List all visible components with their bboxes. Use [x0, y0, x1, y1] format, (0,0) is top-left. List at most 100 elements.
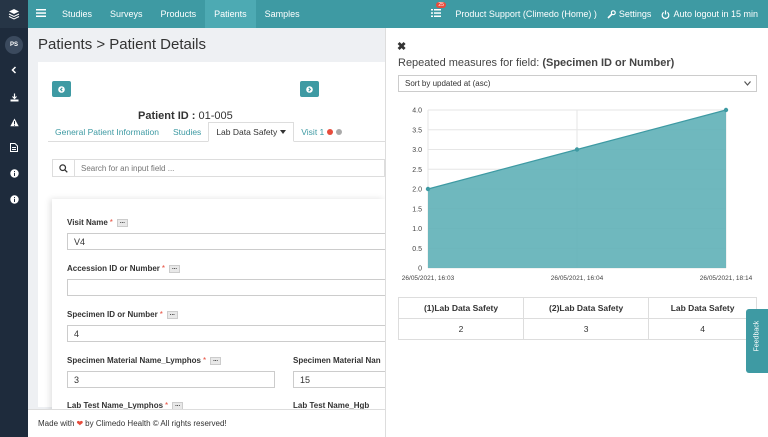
search-input[interactable]	[75, 160, 375, 176]
logout-label: Auto logout in 15 min	[673, 9, 758, 19]
accession-field[interactable]	[67, 279, 385, 296]
feedback-button[interactable]: Feedback	[746, 309, 768, 373]
close-icon[interactable]: ✖	[397, 40, 406, 53]
specimen-id-field[interactable]: 4	[67, 325, 385, 342]
y-tick-label: 3.5	[412, 127, 422, 134]
visit-form: Visit Name *... V4 Accession ID or Number…	[52, 199, 385, 437]
field-options-button[interactable]: ...	[116, 218, 128, 227]
nav-tab-studies[interactable]: Studies	[53, 0, 101, 28]
settings-link[interactable]: Settings	[607, 9, 652, 19]
accession-label-text: Accession ID or Number	[67, 264, 160, 273]
y-tick-label: 2.5	[412, 167, 422, 174]
required-asterisk: *	[161, 264, 166, 273]
main-nav: Studies Surveys Products Patients Sample…	[53, 0, 309, 28]
collapse-chevron-icon[interactable]	[0, 62, 28, 78]
x-tick-label: 26/05/2021, 18:14	[700, 275, 753, 282]
material-2-label-text: Specimen Material Nan	[293, 356, 381, 365]
table-header: (2)Lab Data Safety	[523, 297, 650, 319]
x-tick-label: 26/05/2021, 16:03	[402, 275, 455, 282]
patient-tabs: General Patient Information Studies Lab …	[48, 122, 385, 142]
info-icon[interactable]	[0, 165, 28, 181]
panel-title-field: (Specimen ID or Number)	[542, 57, 675, 69]
material-2-label: Specimen Material Nan	[293, 356, 381, 365]
nav-tab-patients[interactable]: Patients	[205, 0, 256, 28]
next-patient-button[interactable]	[300, 81, 319, 97]
repeated-measures-panel: ✖ Repeated measures for field: (Specimen…	[385, 28, 768, 437]
nav-tab-samples[interactable]: Samples	[256, 0, 309, 28]
nav-tab-products[interactable]: Products	[152, 0, 206, 28]
specimen-id-label-text: Specimen ID or Number	[67, 310, 158, 319]
settings-label: Settings	[618, 9, 652, 19]
y-tick-label: 0.5	[412, 246, 422, 253]
x-tick-label: 26/05/2021, 16:04	[551, 275, 604, 282]
status-dot-grey-icon	[336, 129, 343, 135]
material-lymphos-label-text: Specimen Material Name_Lymphos	[67, 356, 201, 365]
footer: Made with ❤ by Climedo Health © All righ…	[28, 409, 385, 437]
menu-icon[interactable]	[36, 8, 46, 20]
breadcrumb: Patients > Patient Details	[38, 36, 207, 53]
patient-id: Patient ID : 01-005	[138, 110, 233, 122]
y-tick-label: 2.0	[412, 187, 422, 194]
table-header: Lab Data Safety	[648, 297, 757, 319]
required-asterisk: *	[109, 218, 113, 227]
patient-id-label: Patient ID :	[138, 110, 196, 122]
table-cell: 3	[523, 318, 650, 340]
field-options-button[interactable]: ...	[210, 356, 222, 365]
panel-title: Repeated measures for field: (Specimen I…	[398, 57, 674, 69]
list-notification-icon	[431, 9, 442, 17]
field-options-button[interactable]: ...	[166, 310, 178, 319]
field-options-button[interactable]: ...	[169, 264, 181, 273]
required-asterisk: *	[202, 356, 207, 365]
y-tick-label: 1.5	[412, 206, 422, 213]
logout-button[interactable]: Auto logout in 15 min	[661, 9, 758, 19]
search-icon	[53, 160, 75, 176]
power-icon	[662, 10, 670, 19]
sort-select-value: Sort by updated at (asc)	[405, 79, 491, 88]
document-icon[interactable]	[0, 139, 28, 155]
tab-general-patient-information[interactable]: General Patient Information	[48, 122, 166, 142]
heart-icon: ❤	[76, 419, 84, 428]
layers-logo-icon[interactable]	[0, 0, 28, 28]
tab-lab-data-safety-label: Lab Data Safety	[216, 127, 278, 137]
table-cell: 2	[397, 318, 525, 340]
data-point	[574, 147, 580, 152]
feedback-label: Feedback	[753, 320, 761, 352]
panel-title-prefix: Repeated measures for field:	[398, 57, 540, 69]
warning-icon[interactable]	[0, 114, 28, 130]
table-header: (1)Lab Data Safety	[397, 297, 525, 319]
visit-name-label: Visit Name *...	[67, 218, 128, 227]
sort-select[interactable]: Sort by updated at (asc)	[398, 75, 757, 92]
top-right-actions: 25 Product Support (Climedo (Home) ) Set…	[431, 0, 768, 28]
repeated-measures-chart: 0 0.5 1.0 1.5 2.0 2.5 3.0 3.5 4.0 26/05/2021, 16:…	[402, 108, 753, 283]
material-lymphos-field[interactable]: 3	[67, 371, 275, 388]
tab-visit-1[interactable]: Visit 1	[294, 122, 349, 142]
avatar[interactable]: PS	[5, 36, 23, 54]
wrench-icon	[607, 9, 616, 19]
material-2-field[interactable]: 15	[293, 371, 385, 388]
specimen-id-label: Specimen ID or Number *...	[67, 310, 178, 319]
accession-label: Accession ID or Number *...	[67, 264, 181, 273]
material-lymphos-label: Specimen Material Name_Lymphos *...	[67, 356, 222, 365]
chevron-down-icon	[744, 81, 751, 86]
info-icon[interactable]	[0, 191, 28, 207]
visit-name-field[interactable]: V4	[67, 233, 385, 250]
notification-count-badge: 25	[436, 2, 446, 8]
y-tick-label: 1.0	[412, 226, 422, 233]
table-cell: 4	[648, 318, 757, 340]
field-search	[52, 159, 385, 177]
org-selector[interactable]: Product Support (Climedo (Home) )	[455, 9, 597, 19]
nav-tab-surveys[interactable]: Surveys	[101, 0, 152, 28]
status-dot-red-icon	[327, 129, 334, 135]
top-navbar: Studies Surveys Products Patients Sample…	[28, 0, 768, 28]
notifications-button[interactable]: 25	[431, 2, 446, 20]
caret-down-icon	[280, 130, 287, 134]
tab-lab-data-safety[interactable]: Lab Data Safety	[208, 122, 295, 142]
tab-studies[interactable]: Studies	[166, 122, 208, 142]
download-icon[interactable]	[0, 89, 28, 105]
patient-id-value: 01-005	[198, 110, 233, 122]
required-asterisk: *	[159, 310, 163, 319]
previous-patient-button[interactable]	[52, 81, 71, 97]
left-rail: PS	[0, 0, 28, 437]
y-tick-label: 4.0	[412, 108, 422, 115]
y-tick-label: 0	[418, 266, 422, 273]
